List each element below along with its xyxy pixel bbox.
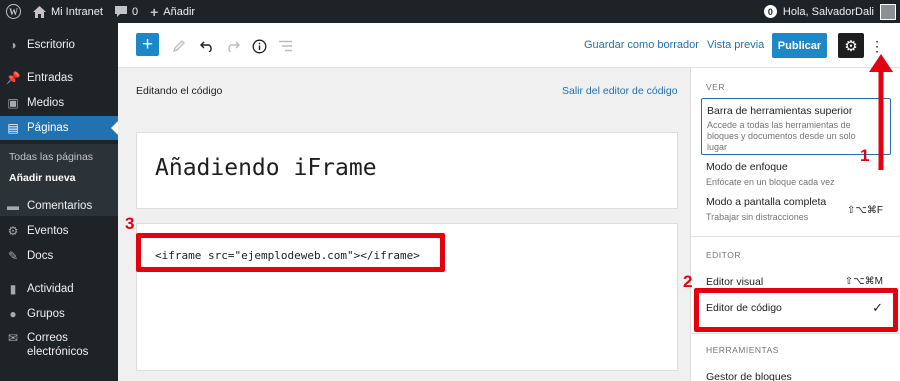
list-view-icon [278, 40, 292, 52]
comment-icon: ▬ [7, 199, 19, 213]
menu-item-block-manager[interactable]: Gestor de bloques [701, 368, 891, 381]
user-greeting[interactable]: Hola, SalvadorDali [783, 6, 874, 18]
publish-button[interactable]: Publicar [772, 33, 827, 58]
sidebar-item-label: Medios [27, 97, 65, 109]
sidebar-item-paginas[interactable]: ▤ Páginas [0, 116, 118, 140]
wordpress-logo-button[interactable]: W [0, 0, 27, 23]
add-new-link[interactable]: + Añadir [144, 0, 201, 23]
groups-icon: ● [9, 307, 17, 321]
submenu-item-add-new[interactable]: Añadir nueva [9, 172, 76, 184]
visual-editor-shortcut: ⇧⌥⌘M [844, 276, 883, 287]
pin-icon: 📌 [5, 71, 21, 85]
docs-icon: ✎ [7, 249, 19, 263]
pencil-icon [172, 40, 185, 53]
comment-bubble-icon [114, 6, 127, 17]
gear-icon: ⚙ [844, 37, 858, 55]
wordpress-logo-icon: W [6, 4, 21, 19]
code-editor-area: Editando el código Salir del editor de c… [118, 68, 690, 381]
comments-count: 0 [131, 5, 139, 18]
code-editor-heading: Editando el código [136, 85, 223, 97]
preview-button[interactable]: Vista previa [707, 39, 764, 51]
block-manager-label: Gestor de bloques [706, 371, 792, 381]
redo-button[interactable] [224, 35, 242, 57]
sidebar-item-escritorio[interactable]: ◑ Escritorio [0, 33, 118, 57]
post-title: Añadiendo iFrame [155, 155, 377, 181]
annotation-number-1: 1 [860, 146, 870, 165]
sidebar-item-medios[interactable]: ▣ Medios [0, 91, 118, 115]
title-textarea[interactable]: Añadiendo iFrame [136, 132, 678, 209]
sidebar-item-label: Páginas [27, 122, 69, 134]
sidebar-item-label: Docs [27, 250, 54, 262]
menu-item-fullscreen-mode[interactable]: Modo a pantalla completa Trabajar sin di… [701, 194, 891, 226]
sidebar-item-grupos[interactable]: ● Grupos [0, 302, 118, 326]
settings-button[interactable]: ⚙ [838, 33, 864, 58]
media-icon: ▣ [7, 96, 19, 110]
info-icon [252, 39, 266, 53]
sidebar-item-docs[interactable]: ✎ Docs [0, 244, 118, 268]
sidebar-item-label: Grupos [27, 308, 65, 320]
focus-mode-description: Enfócate en un bloque cada vez [706, 177, 835, 187]
plus-icon: + [150, 3, 159, 20]
email-icon: ✉ [7, 331, 19, 345]
notifications-badge[interactable]: 0 [763, 5, 777, 18]
activity-icon: ▮ [9, 282, 17, 296]
tools-button[interactable] [170, 35, 188, 57]
avatar[interactable] [880, 3, 896, 20]
sidebar-item-label: Comentarios [27, 200, 93, 212]
exit-code-editor-button[interactable]: Salir del editor de código [562, 85, 678, 97]
visual-editor-label: Editor visual [706, 276, 764, 288]
redo-icon [228, 41, 240, 52]
home-icon [33, 5, 46, 18]
annotation-number-2: 2 [683, 272, 693, 291]
focus-mode-label: Modo de enfoque [706, 161, 788, 173]
details-button[interactable] [250, 35, 268, 57]
list-view-button[interactable] [276, 35, 294, 57]
undo-icon [200, 41, 212, 52]
dashboard-icon: ◑ [9, 38, 17, 52]
submenu-item-all-pages[interactable]: Todas las páginas [9, 151, 93, 163]
annotation-arrow-up-icon [869, 54, 893, 170]
sidebar-item-label: Eventos [27, 225, 69, 237]
pages-icon: ▤ [7, 121, 19, 135]
sidebar-item-label: Escritorio [27, 39, 75, 51]
sidebar-item-entradas[interactable]: 📌 Entradas [0, 66, 118, 90]
panel-divider [691, 333, 900, 334]
sidebar-item-correos[interactable]: ✉ Correos electrónicos [0, 329, 118, 363]
sidebar-item-comentarios[interactable]: ▬ Comentarios [0, 194, 118, 218]
annotation-number-3: 3 [125, 214, 135, 233]
panel-divider [691, 236, 900, 237]
annotation-box-code-editor [694, 288, 898, 332]
admin-bar: W Mi Intranet 0 + Añadir 0 Hola, Salvado… [0, 0, 900, 23]
sidebar-item-label: Entradas [27, 72, 74, 84]
add-block-button[interactable]: + [136, 33, 159, 56]
top-toolbar-description: Accede a todas las herramientas de bloqu… [707, 120, 856, 152]
fullscreen-label: Modo a pantalla completa [706, 196, 827, 208]
sidebar-item-actividad[interactable]: ▮ Actividad [0, 277, 118, 301]
save-draft-button[interactable]: Guardar como borrador [584, 39, 699, 51]
sidebar-item-eventos[interactable]: ⚙ Eventos [0, 219, 118, 243]
comments-link[interactable]: 0 [109, 0, 144, 23]
editor-header: + Guardar como borrador Vista previa Pub… [118, 23, 900, 68]
section-tools-heading: HERRAMIENTAS [706, 345, 779, 355]
fullscreen-shortcut: ⇧⌥⌘F [846, 205, 883, 216]
site-name-link[interactable]: Mi Intranet [27, 0, 109, 23]
annotation-box-code [136, 233, 445, 272]
admin-sidebar: ◑ Escritorio 📌 Entradas ▣ Medios ▤ Págin… [0, 23, 118, 381]
events-icon: ⚙ [7, 224, 19, 238]
sidebar-item-label: Correos electrónicos [27, 332, 89, 358]
section-editor-heading: EDITOR [706, 250, 741, 260]
add-new-label: Añadir [163, 5, 196, 18]
site-name: Mi Intranet [51, 5, 103, 18]
plus-icon: + [141, 34, 154, 55]
sidebar-item-label: Actividad [27, 283, 74, 295]
top-toolbar-label: Barra de herramientas superior [707, 105, 853, 117]
undo-button[interactable] [198, 35, 216, 57]
section-view-heading: VER [706, 82, 725, 92]
